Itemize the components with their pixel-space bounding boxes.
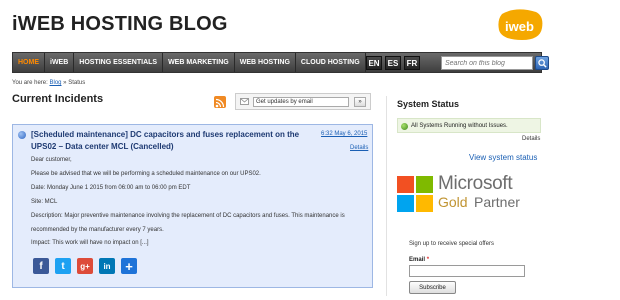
facebook-share-button[interactable]: f (33, 258, 49, 274)
twitter-icon: t (61, 260, 65, 272)
rss-feed-button[interactable] (214, 96, 226, 108)
rss-icon (215, 98, 225, 108)
incident-body-line: Site: MCL (31, 199, 58, 205)
email-updates-submit-button[interactable]: » (354, 97, 366, 107)
language-es-button[interactable]: ES (385, 56, 401, 70)
mail-icon (240, 98, 249, 105)
share-plus-icon: + (125, 258, 133, 274)
incident-card: [Scheduled maintenance] DC capacitors an… (12, 124, 373, 288)
incident-body-line: Description: Major preventive maintenanc… (31, 213, 345, 219)
breadcrumb-prefix: You are here: (12, 80, 48, 86)
language-fr-button[interactable]: FR (404, 56, 420, 70)
microsoft-wordmark: Microsoft (438, 173, 513, 194)
view-system-status-link[interactable]: View system status (469, 153, 537, 162)
google-plus-icon: g+ (80, 261, 90, 271)
incident-body-line: recommended by the manufacturer every 7 … (31, 227, 164, 233)
email-updates-widget: Get updates by email » (235, 93, 371, 110)
incident-details-link[interactable]: Details (350, 145, 368, 151)
incident-date-link[interactable]: 6:32 May 6, 2015 (321, 131, 367, 137)
system-status-heading: System Status (397, 99, 460, 109)
breadcrumb-link-blog[interactable]: Blog (49, 80, 61, 86)
nav-item-iweb[interactable]: iWEB (45, 53, 75, 72)
incident-body-line: Impact: This work will have no impact on… (31, 240, 149, 246)
main-navigation: HOME iWEB HOSTING ESSENTIALS WEB MARKETI… (12, 52, 549, 73)
twitter-share-button[interactable]: t (55, 258, 71, 274)
incident-bullet-icon (18, 131, 26, 139)
search-button[interactable] (535, 56, 549, 70)
language-en-button[interactable]: EN (366, 56, 382, 70)
nav-item-home[interactable]: HOME (13, 53, 45, 72)
incident-body-line: Dear customer, (31, 157, 72, 163)
column-divider (386, 96, 387, 296)
breadcrumb-current: Status (68, 80, 86, 86)
linkedin-icon: in (103, 261, 111, 271)
nav-item-cloud-hosting[interactable]: CLOUD HOSTING (296, 53, 366, 72)
facebook-icon: f (39, 260, 43, 272)
required-mark: * (426, 257, 430, 263)
nav-item-web-marketing[interactable]: WEB MARKETING (163, 53, 235, 72)
system-status-text: All Systems Running without Issues. (411, 123, 508, 129)
status-ok-icon (401, 123, 408, 130)
breadcrumb: You are here: Blog » Status (12, 80, 85, 86)
logo-text: iweb (505, 19, 534, 34)
nav-item-web-hosting[interactable]: WEB HOSTING (235, 53, 296, 72)
incident-body-line: Please be advised that we will be perfor… (31, 171, 261, 177)
system-status-details-link[interactable]: Details (522, 136, 540, 142)
search-icon (538, 59, 547, 68)
linkedin-share-button[interactable]: in (99, 258, 115, 274)
iweb-logo[interactable]: iweb (496, 8, 544, 42)
share-more-button[interactable]: + (121, 258, 137, 274)
search-input[interactable] (441, 56, 533, 70)
partner-label: Partner (474, 194, 520, 210)
newsletter-intro: Sign up to receive special offers (409, 241, 494, 247)
site-title[interactable]: iWEB HOSTING BLOG (12, 13, 228, 36)
system-status-box: All Systems Running without Issues. (397, 118, 541, 133)
breadcrumb-separator: » (63, 80, 67, 86)
google-plus-share-button[interactable]: g+ (77, 258, 93, 274)
email-label: Email * (409, 257, 429, 263)
page-title: Current Incidents (12, 93, 104, 105)
newsletter-email-field[interactable] (409, 265, 525, 277)
subscribe-button[interactable]: Subscribe (409, 281, 456, 294)
incident-body-line: Date: Monday June 1 2015 from 06:00 am t… (31, 185, 191, 191)
microsoft-squares-icon (397, 176, 433, 212)
microsoft-gold-partner-logo: Microsoft Gold Partner (397, 173, 537, 215)
email-label-text: Email (409, 257, 426, 263)
incident-title[interactable]: [Scheduled maintenance] DC capacitors an… (31, 129, 311, 153)
nav-item-hosting-essentials[interactable]: HOSTING ESSENTIALS (74, 53, 164, 72)
email-updates-input[interactable]: Get updates by email (253, 97, 349, 107)
partner-tier: Gold (438, 194, 468, 210)
